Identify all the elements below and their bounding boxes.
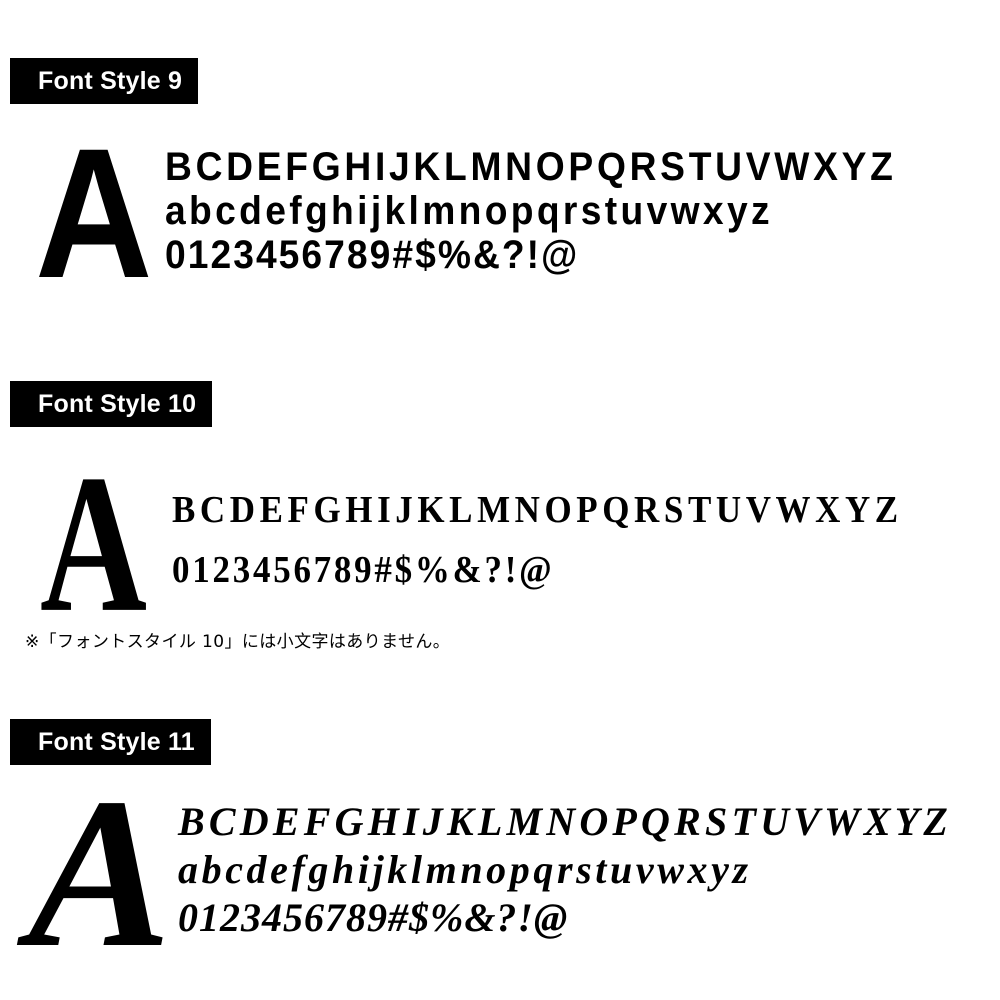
glyph-rows-font-style-9: BCDEFGHIJKLMNOPQRSTUVWXYZ abcdefghijklmn…: [165, 133, 985, 277]
section-label-font-style-9: Font Style 9: [10, 58, 199, 104]
uppercase-row-font-style-11: BCDEFGHIJKLMNOPQRSTUVWXYZ: [178, 799, 952, 844]
digits-symbols-row-font-style-11: 0123456789#$%&?!@: [178, 895, 569, 940]
lowercase-row-font-style-11: abcdefghijklmnopqrstuvwxyz: [178, 847, 752, 892]
sample-letter-font-style-9: A: [35, 111, 153, 317]
glyph-rows-font-style-10: BCDEFGHIJKLMNOPQRSTUVWXYZ 0123456789#$%&…: [172, 458, 990, 600]
sample-letter-font-style-11: A: [28, 753, 172, 992]
digits-symbols-row-font-style-9: 0123456789#$%&?!@: [165, 233, 580, 277]
specimen-block-font-style-10: A BCDEFGHIJKLMNOPQRSTUVWXYZ 0123456789#$…: [40, 445, 990, 643]
digits-symbols-row-font-style-10: 0123456789#$%&?!@: [172, 549, 555, 591]
font-specimen-page: Font Style 9 A BCDEFGHIJKLMNOPQRSTUVWXYZ…: [0, 0, 1000, 1000]
glyph-rows-font-style-11: BCDEFGHIJKLMNOPQRSTUVWXYZ abcdefghijklmn…: [178, 778, 998, 942]
section-label-font-style-10: Font Style 10: [10, 381, 213, 427]
uppercase-row-font-style-9: BCDEFGHIJKLMNOPQRSTUVWXYZ: [165, 145, 897, 189]
uppercase-row-font-style-10: BCDEFGHIJKLMNOPQRSTUVWXYZ: [172, 489, 903, 531]
section-label-text: Font Style 11: [38, 727, 195, 756]
section-label-text: Font Style 9: [38, 66, 183, 95]
sample-letter-font-style-10: A: [40, 435, 148, 654]
section-label-text: Font Style 10: [38, 389, 197, 418]
lowercase-row-font-style-9: abcdefghijklmnopqrstuvwxyz: [165, 189, 773, 233]
footnote-no-lowercase: ※「フォントスタイル 10」には小文字はありません。: [25, 632, 451, 652]
specimen-block-font-style-11: A BCDEFGHIJKLMNOPQRSTUVWXYZ abcdefghijkl…: [28, 753, 998, 992]
specimen-block-font-style-9: A BCDEFGHIJKLMNOPQRSTUVWXYZ abcdefghijkl…: [35, 111, 985, 317]
